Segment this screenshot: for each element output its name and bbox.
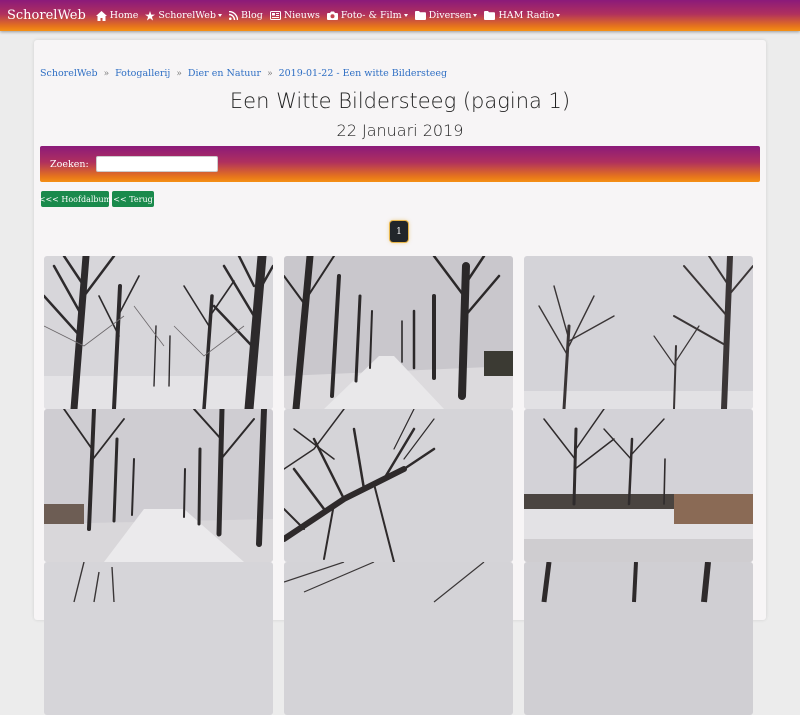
main-album-button[interactable]: <<< Hoofdalbum xyxy=(39,191,111,207)
pagination-page-1[interactable]: 1 xyxy=(390,221,408,242)
nav-schorelweb[interactable]: SchorelWeb xyxy=(145,10,222,21)
photo-thumbnail[interactable] xyxy=(524,409,753,562)
nav-foto-film-label: Foto- & Film xyxy=(340,10,402,21)
page-subtitle: 22 Januari 2019 xyxy=(336,121,464,140)
breadcrumb-separator: » xyxy=(176,68,182,79)
folder-icon xyxy=(414,11,426,20)
photo-thumbnail[interactable] xyxy=(284,256,513,409)
search-input[interactable] xyxy=(95,156,218,172)
breadcrumb: SchorelWeb » Fotogallerij » Dier en Natu… xyxy=(40,68,447,79)
nav-ham-radio-label: HAM Radio xyxy=(498,10,555,21)
breadcrumb-item-home[interactable]: SchorelWeb xyxy=(40,68,98,79)
nav-ham-radio[interactable]: HAM Radio xyxy=(484,10,561,21)
nav-home-label: Home xyxy=(109,10,139,21)
photo-thumbnail[interactable] xyxy=(524,562,753,715)
photo-thumbnail[interactable] xyxy=(44,409,273,562)
chevron-down-icon xyxy=(217,14,222,17)
top-navbar: SchorelWeb Home SchorelWeb Blog Nieuws F… xyxy=(0,0,800,31)
nav-schorelweb-label: SchorelWeb xyxy=(158,10,216,21)
photo-thumbnail[interactable] xyxy=(284,562,513,715)
nav-nieuws[interactable]: Nieuws xyxy=(269,10,320,21)
chevron-down-icon xyxy=(473,14,478,17)
breadcrumb-item-album[interactable]: 2019-01-22 - Een witte Bildersteeg xyxy=(279,68,448,79)
brand-logo[interactable]: SchorelWeb xyxy=(7,8,86,23)
back-button[interactable]: << Terug xyxy=(112,191,154,207)
chevron-down-icon xyxy=(403,14,408,17)
nav-blog-label: Blog xyxy=(240,10,263,21)
breadcrumb-item-fotogallerij[interactable]: Fotogallerij xyxy=(115,68,170,79)
snowy-field-photo xyxy=(524,409,753,562)
breadcrumb-separator: » xyxy=(267,68,273,79)
photo-thumbnail[interactable] xyxy=(44,562,273,715)
photo-thumbnail[interactable] xyxy=(524,256,753,409)
newspaper-icon xyxy=(269,11,281,20)
photo-thumbnail[interactable] xyxy=(44,256,273,409)
winter-photo xyxy=(524,562,753,715)
nav-blog[interactable]: Blog xyxy=(228,10,263,21)
nav-diversen[interactable]: Diversen xyxy=(414,10,478,21)
search-bar: Zoeken: xyxy=(40,146,760,182)
bare-trees-photo xyxy=(524,256,753,409)
tree-branches-photo xyxy=(284,409,513,562)
folder-icon xyxy=(484,11,496,20)
search-label: Zoeken: xyxy=(50,158,89,170)
nav-nieuws-label: Nieuws xyxy=(283,10,320,21)
chevron-down-icon xyxy=(556,14,561,17)
breadcrumb-item-dier-en-natuur[interactable]: Dier en Natuur xyxy=(188,68,261,79)
home-icon xyxy=(95,10,107,21)
nav-home[interactable]: Home xyxy=(95,10,139,21)
winter-photo xyxy=(44,562,273,715)
nav-foto-film[interactable]: Foto- & Film xyxy=(326,10,408,21)
star-icon xyxy=(145,10,156,20)
page-title: Een Witte Bildersteeg (pagina 1) xyxy=(229,89,571,113)
snowy-lane-photo xyxy=(284,256,513,409)
photo-thumbnail[interactable] xyxy=(284,409,513,562)
snowy-trees-photo xyxy=(44,256,273,409)
camera-icon xyxy=(326,11,338,20)
breadcrumb-separator: » xyxy=(103,68,110,79)
rss-icon xyxy=(228,11,238,20)
snowy-road-photo xyxy=(44,409,273,562)
nav-diversen-label: Diversen xyxy=(428,10,472,21)
winter-photo xyxy=(284,562,513,715)
